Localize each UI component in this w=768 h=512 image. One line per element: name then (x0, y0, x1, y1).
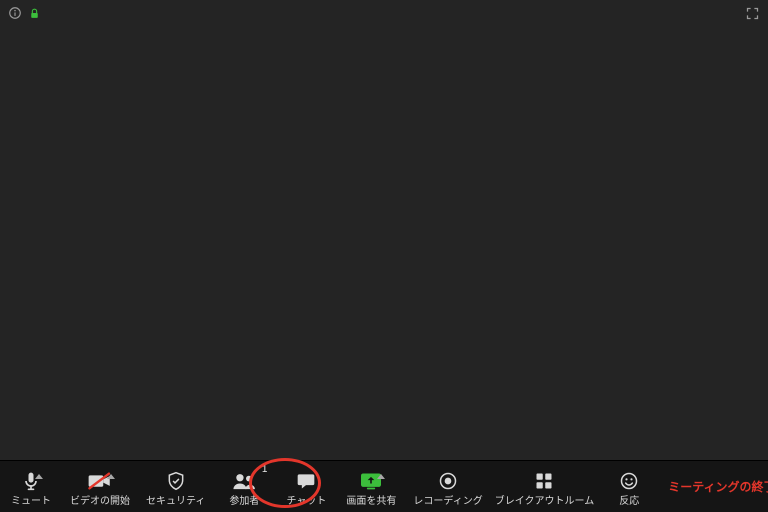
topbar-right (745, 6, 760, 21)
record-button[interactable]: レコーディング (407, 461, 488, 512)
record-icon (438, 471, 458, 491)
mute-button[interactable]: ミュート (2, 461, 60, 512)
chevron-up-icon[interactable] (35, 474, 43, 479)
chevron-up-icon[interactable] (377, 474, 385, 479)
chat-button[interactable]: チャット (277, 461, 335, 512)
record-label: レコーディング (413, 496, 482, 508)
lock-icon[interactable] (28, 7, 41, 20)
reactions-label: 反応 (619, 496, 639, 508)
participants-count: 1 (262, 464, 268, 476)
security-label: セキュリティ (146, 496, 205, 508)
reactions-icon (619, 471, 639, 491)
start-video-label: ビデオの開始 (70, 496, 130, 508)
participants-label: 参加者 (229, 496, 259, 508)
chat-icon (295, 471, 317, 491)
zoom-meeting-window: ミュート ビデオの開始 (0, 0, 768, 512)
end-meeting-button[interactable]: ミーティングの終了 (658, 478, 768, 495)
mute-label: ミュート (11, 496, 51, 508)
share-screen-button[interactable]: 画面を共有 (335, 461, 407, 512)
info-icon[interactable] (8, 6, 22, 20)
breakout-label: ブレイクアウトルーム (495, 496, 595, 508)
start-video-button[interactable]: ビデオの開始 (60, 461, 140, 512)
fullscreen-icon[interactable] (745, 6, 760, 21)
meeting-topbar (0, 0, 768, 26)
breakout-rooms-button[interactable]: ブレイクアウトルーム (489, 461, 601, 512)
meeting-toolbar: ミュート ビデオの開始 (0, 460, 768, 512)
participants-button[interactable]: 1 参加者 (211, 461, 277, 512)
chat-label: チャット (286, 496, 326, 508)
end-meeting-label: ミーティングの終了 (668, 478, 768, 495)
security-button[interactable]: セキュリティ (140, 461, 211, 512)
chevron-up-icon[interactable] (107, 474, 115, 479)
breakout-icon (534, 471, 554, 491)
shield-icon (166, 470, 186, 492)
participants-icon (231, 471, 257, 491)
topbar-left (8, 6, 41, 20)
share-screen-label: 画面を共有 (346, 496, 396, 508)
reactions-button[interactable]: 反応 (600, 461, 658, 512)
